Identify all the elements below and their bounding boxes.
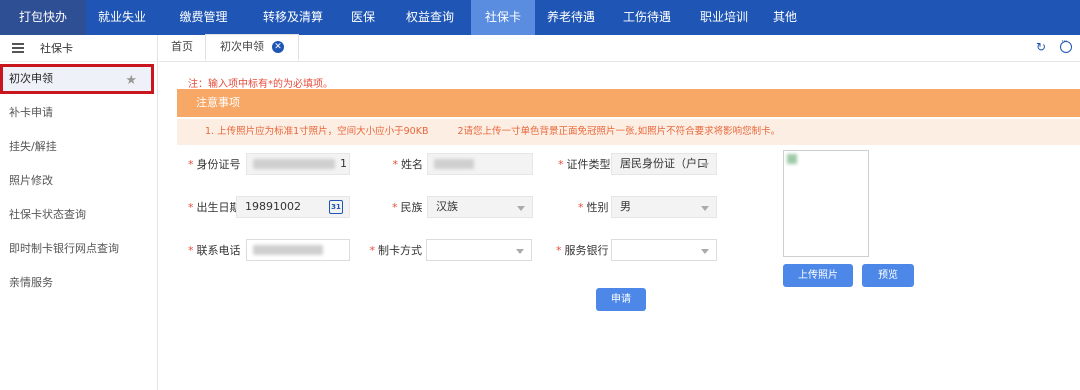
submit-button[interactable]: 申请	[596, 288, 646, 311]
card-method-select[interactable]	[426, 239, 532, 261]
tab-tools: ↻	[1036, 37, 1072, 53]
nav-item-qita[interactable]: 其他	[761, 0, 809, 35]
id-number-tail: 1	[340, 157, 347, 170]
chevron-down-icon	[516, 249, 524, 254]
gender-select[interactable]: 男	[611, 196, 717, 218]
birth-date-value: 19891002	[245, 200, 301, 213]
more-icon[interactable]	[1060, 37, 1072, 53]
id-type-select[interactable]: 居民身份证（户口	[611, 153, 717, 175]
service-bank-field: * 服务银行	[556, 239, 717, 261]
required-mark: *	[188, 158, 194, 171]
ethnic-label: 民族	[400, 201, 423, 214]
service-bank-select[interactable]	[611, 239, 717, 261]
nav-item-yibao[interactable]: 医保	[337, 0, 389, 35]
ethnic-value: 汉族	[436, 200, 458, 213]
nav-item-shebaoka[interactable]: 社保卡	[471, 0, 535, 35]
top-navigation: 打包快办 就业失业 缴费管理 转移及清算 医保 权益查询 社保卡 养老待遇 工伤…	[0, 0, 1080, 35]
ethnic-select[interactable]: 汉族	[427, 196, 533, 218]
menu-icon[interactable]	[12, 43, 24, 53]
birth-label: 出生日期	[196, 201, 241, 214]
photo-thumbnail	[787, 154, 797, 164]
sidebar-item-reissue[interactable]: 补卡申请	[0, 96, 157, 130]
phone-input[interactable]	[246, 239, 350, 261]
nav-item-peixun[interactable]: 职业培训	[687, 0, 761, 35]
upload-photo-button[interactable]: 上传照片	[783, 264, 853, 287]
id-label: 身份证号	[196, 158, 241, 171]
nav-item-gongshang[interactable]: 工伤待遇	[607, 0, 687, 35]
gender-value: 男	[620, 200, 631, 213]
sidebar: 社保卡 初次申领 ★ 补卡申请 挂失/解挂 照片修改 社保卡状态查询 即时制卡银…	[0, 35, 158, 390]
redacted-value	[253, 245, 323, 255]
chevron-down-icon	[517, 206, 525, 211]
nav-item-yanglao[interactable]: 养老待遇	[535, 0, 607, 35]
tab-label: 初次申领	[220, 40, 264, 53]
calendar-icon[interactable]: 31	[329, 200, 343, 214]
bank-label: 服务银行	[564, 244, 609, 257]
ethnic-field: * 民族 汉族	[392, 196, 533, 218]
notice-item-1: 1. 上传照片应为标准1寸照片，空间大小应小于90KB	[205, 126, 429, 137]
birth-date-input[interactable]: 19891002 31	[236, 196, 350, 218]
star-icon[interactable]: ★	[125, 69, 137, 93]
id-number-input[interactable]: 1	[246, 153, 350, 175]
tab-home[interactable]: 首页	[159, 34, 205, 61]
close-icon[interactable]: ✕	[272, 41, 284, 53]
notice-body: 1. 上传照片应为标准1寸照片，空间大小应小于90KB 2请您上传一寸单色背景正…	[177, 119, 1080, 145]
redacted-value	[253, 159, 335, 169]
preview-button[interactable]: 预览	[862, 264, 914, 287]
nav-item-dabaokuaiban[interactable]: 打包快办	[0, 0, 86, 35]
card-method-label: 制卡方式	[378, 244, 422, 257]
chevron-down-icon	[701, 249, 709, 254]
sidebar-item-first-apply[interactable]: 初次申领 ★	[0, 64, 154, 94]
redacted-value	[434, 159, 474, 169]
chevron-down-icon	[701, 206, 709, 211]
sidebar-item-status-query[interactable]: 社保卡状态查询	[0, 198, 157, 232]
photo-preview	[783, 150, 869, 257]
birth-date-field: * 出生日期 19891002 31	[188, 196, 350, 218]
gender-label: 性别	[586, 201, 609, 214]
notice-title: 注意事项	[177, 89, 1080, 117]
tab-bar: 首页 初次申领 ✕ ↻	[159, 34, 1080, 62]
notice-item-2: 2请您上传一寸单色背景正面免冠照片一张,如照片不符合要求将影响您制卡。	[457, 126, 781, 137]
card-method-field: * 制卡方式	[368, 239, 532, 261]
sidebar-item-bank-query[interactable]: 即时制卡银行网点查询	[0, 232, 157, 266]
sidebar-item-loss-report[interactable]: 挂失/解挂	[0, 130, 157, 164]
sidebar-item-label: 初次申领	[9, 72, 53, 85]
sidebar-item-photo-modify[interactable]: 照片修改	[0, 164, 157, 198]
nav-item-quanyi[interactable]: 权益查询	[389, 0, 471, 35]
refresh-icon[interactable]: ↻	[1036, 41, 1046, 53]
sidebar-item-family-service[interactable]: 亲情服务	[0, 266, 157, 300]
name-label: 姓名	[401, 158, 423, 171]
nav-item-jiuye[interactable]: 就业失业	[86, 0, 158, 35]
tab-first-apply[interactable]: 初次申领 ✕	[205, 34, 299, 61]
name-input[interactable]	[427, 153, 533, 175]
id-type-value: 居民身份证（户口	[620, 157, 708, 170]
required-note: 注：输入项中标有*的为必填项。	[188, 79, 333, 90]
id-type-field: * 证件类型 居民身份证（户口	[558, 153, 717, 175]
chevron-down-icon	[701, 163, 709, 168]
nav-item-zhuanyi[interactable]: 转移及清算	[249, 0, 337, 35]
id-number-field: * 身份证号 1	[188, 153, 350, 175]
phone-label: 联系电话	[196, 244, 241, 257]
nav-item-jiaofei[interactable]: 缴费管理	[158, 0, 249, 35]
phone-field: * 联系电话	[188, 239, 350, 261]
id-type-label: 证件类型	[566, 158, 611, 171]
name-field: * 姓名	[388, 153, 533, 175]
sidebar-header: 社保卡	[0, 35, 157, 62]
gender-field: * 性别 男	[578, 196, 717, 218]
sidebar-title: 社保卡	[40, 42, 73, 55]
